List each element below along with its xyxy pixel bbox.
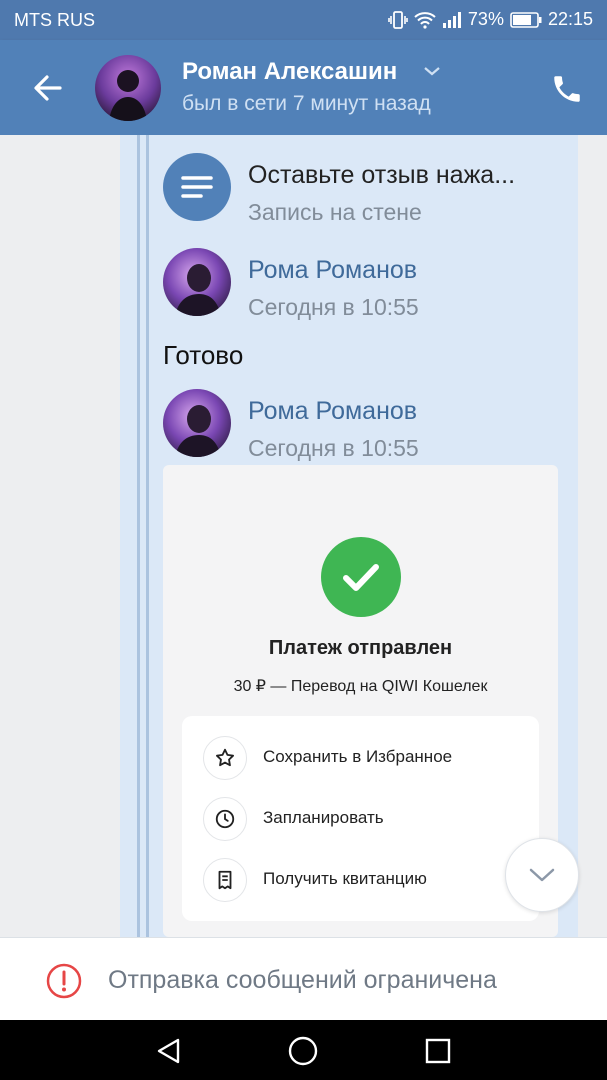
get-receipt-button[interactable]: Получить квитанцию <box>203 858 523 902</box>
message-timestamp: Сегодня в 10:55 <box>248 294 419 320</box>
wall-post-subtitle: Запись на стене <box>248 199 422 225</box>
messaging-restricted-bar: Отправка сообщений ограничена <box>0 937 607 1021</box>
chevron-down-icon[interactable] <box>422 64 442 78</box>
forward-stripe <box>137 135 140 937</box>
nav-back-icon[interactable] <box>153 1034 187 1068</box>
last-seen-status: был в сети 7 минут назад <box>182 92 431 115</box>
message-author-block: Рома Романов Сегодня в 10:55 <box>163 248 563 320</box>
wall-post-attachment[interactable]: Оставьте отзыв нажа... Запись на стене <box>163 153 563 225</box>
phone-icon[interactable] <box>550 72 584 106</box>
receipt-icon <box>203 858 247 902</box>
forward-stripe <box>146 135 149 937</box>
payment-title: Платеж отправлен <box>268 637 453 659</box>
status-icons: 73% 22:15 <box>388 9 593 30</box>
clock-time: 22:15 <box>547 9 593 29</box>
scroll-to-bottom-button[interactable] <box>505 838 579 912</box>
payment-actions: Сохранить в Избранное Запланировать Полу… <box>182 716 539 921</box>
restriction-text: Отправка сообщений ограничена <box>108 966 497 994</box>
battery-icon <box>510 11 542 28</box>
nav-home-icon[interactable] <box>286 1034 320 1068</box>
carrier-name: MTS RUS <box>14 10 95 30</box>
action-label: Запланировать <box>263 808 384 827</box>
avatar[interactable] <box>95 55 161 121</box>
chat-header: Роман Алексашин был в сети 7 минут назад <box>0 40 607 135</box>
action-label: Сохранить в Избранное <box>263 747 453 766</box>
clock-icon <box>203 797 247 841</box>
status-bar: MTS RUS 73% 22:15 <box>0 0 607 40</box>
chevron-down-icon <box>527 863 557 887</box>
schedule-button[interactable]: Запланировать <box>203 797 523 841</box>
avatar[interactable] <box>163 389 231 457</box>
avatar[interactable] <box>163 248 231 316</box>
message-author-name[interactable]: Рома Романов <box>248 397 417 426</box>
message-author-name[interactable]: Рома Романов <box>248 256 417 285</box>
battery-percent: 73% <box>467 9 504 29</box>
check-icon <box>321 537 401 617</box>
vibrate-icon <box>388 10 408 29</box>
back-arrow-icon[interactable] <box>28 68 68 108</box>
save-to-favorites-button[interactable]: Сохранить в Избранное <box>203 736 523 780</box>
message-text: Готово <box>163 340 244 370</box>
chat-area[interactable]: Оставьте отзыв нажа... Запись на стене Р… <box>0 135 607 937</box>
nav-recents-icon[interactable] <box>421 1034 455 1068</box>
star-icon <box>203 736 247 780</box>
contact-name[interactable]: Роман Алексашин <box>182 58 397 86</box>
wifi-icon <box>414 11 436 29</box>
wall-post-icon <box>163 153 231 221</box>
action-label: Получить квитанцию <box>263 869 427 888</box>
wall-post-title: Оставьте отзыв нажа... <box>248 161 516 189</box>
system-nav-bar <box>0 1020 607 1080</box>
warning-icon <box>46 963 82 999</box>
message-timestamp: Сегодня в 10:55 <box>248 435 419 461</box>
message-author-block: Рома Романов Сегодня в 10:55 <box>163 389 563 461</box>
payment-subtitle: 30 ₽ — Перевод на QIWI Кошелек <box>233 678 488 695</box>
signal-icon <box>442 11 462 29</box>
payment-card: Платеж отправлен 30 ₽ — Перевод на QIWI … <box>163 465 558 937</box>
